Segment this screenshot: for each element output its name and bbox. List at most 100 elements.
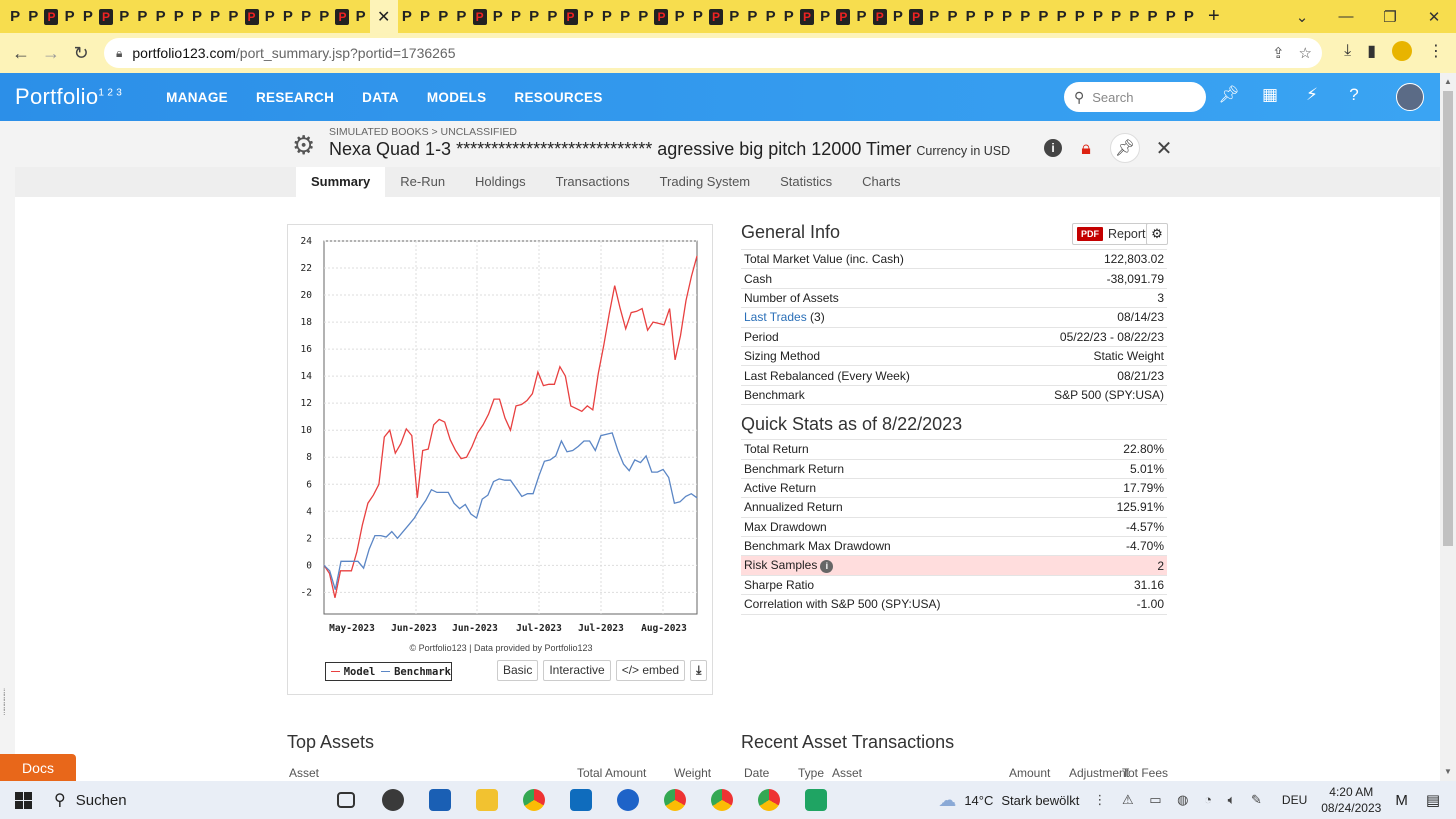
- clock[interactable]: 4:20 AM 08/24/2023: [1321, 784, 1381, 816]
- browser-tab[interactable]: P: [1125, 0, 1143, 33]
- browser-tab[interactable]: P: [1107, 0, 1125, 33]
- chrome-profile-2-icon[interactable]: [698, 781, 745, 819]
- browser-tab[interactable]: P: [561, 0, 579, 33]
- reload-icon[interactable]: ↻: [66, 43, 96, 64]
- browser-tab[interactable]: P: [598, 0, 616, 33]
- resize-grip-icon[interactable]: ⁞ ⁞ ⁞ ⁞ ⁞: [3, 688, 6, 717]
- browser-tab[interactable]: P: [1089, 0, 1107, 33]
- browser-tab[interactable]: P: [943, 0, 961, 33]
- help-icon[interactable]: ?: [1344, 85, 1364, 105]
- browser-tab[interactable]: P: [1162, 0, 1180, 33]
- browser-tab[interactable]: P: [489, 0, 507, 33]
- browser-tab[interactable]: P: [1143, 0, 1161, 33]
- row-label[interactable]: Last Trades: [744, 310, 807, 324]
- browser-tab[interactable]: P: [1034, 0, 1052, 33]
- trading-app-icon[interactable]: [792, 781, 839, 819]
- nav-manage[interactable]: MANAGE: [152, 90, 242, 105]
- chrome-profile-3-icon[interactable]: [745, 781, 792, 819]
- browser-tab[interactable]: P: [297, 0, 315, 33]
- pdf-report-button[interactable]: PDF Report: [1072, 223, 1151, 245]
- task-view-icon[interactable]: [322, 781, 369, 819]
- close-window-icon[interactable]: ✕: [1412, 8, 1456, 26]
- app-blue-icon[interactable]: [604, 781, 651, 819]
- app-badge-icon[interactable]: M: [1395, 792, 1408, 809]
- settings-gear-icon[interactable]: ⚙: [292, 130, 315, 161]
- legend-benchmark[interactable]: Benchmark: [394, 666, 451, 678]
- browser-tab[interactable]: P: [206, 0, 224, 33]
- browser-tab[interactable]: P: [816, 0, 834, 33]
- interactive-button[interactable]: Interactive: [543, 660, 611, 681]
- browser-tab[interactable]: P: [543, 0, 561, 33]
- browser-tab[interactable]: P: [689, 0, 707, 33]
- info-icon[interactable]: i: [1044, 139, 1062, 157]
- browser-tab[interactable]: P: [762, 0, 780, 33]
- portfolio123-logo[interactable]: Portfolio1 2 3: [15, 84, 122, 110]
- share-icon[interactable]: ⇪: [1272, 44, 1285, 62]
- col-asset[interactable]: Asset: [832, 766, 862, 780]
- scroll-thumb[interactable]: [1443, 91, 1453, 546]
- restore-icon[interactable]: ❐: [1368, 8, 1412, 26]
- browser-tab[interactable]: P: [580, 0, 598, 33]
- browser-tab[interactable]: P: [471, 0, 489, 33]
- scroll-down-icon[interactable]: ▼: [1444, 767, 1452, 776]
- tab-charts[interactable]: Charts: [847, 167, 915, 197]
- url-field[interactable]: 🔒︎ portfolio123.com/port_summary.jsp?por…: [104, 38, 1322, 68]
- page-scrollbar[interactable]: ▲ ▼: [1440, 73, 1456, 781]
- profile-avatar[interactable]: [1392, 41, 1412, 61]
- col-tot-fees[interactable]: Tot Fees: [1122, 766, 1168, 780]
- chrome-icon[interactable]: [510, 781, 557, 819]
- report-settings-gear-icon[interactable]: ⚙: [1146, 223, 1168, 245]
- browser-tab[interactable]: P: [1071, 0, 1089, 33]
- browser-tab[interactable]: P: [6, 0, 24, 33]
- browser-tab[interactable]: P: [507, 0, 525, 33]
- download-icon[interactable]: ⤓: [690, 660, 708, 681]
- browser-tab[interactable]: P: [798, 0, 816, 33]
- windows-start-icon[interactable]: [0, 791, 46, 809]
- close-icon[interactable]: ✕: [1152, 136, 1176, 160]
- outlook-icon[interactable]: [557, 781, 604, 819]
- browser-tab[interactable]: P: [188, 0, 206, 33]
- browser-tab[interactable]: P: [1016, 0, 1034, 33]
- browser-tab[interactable]: P: [242, 0, 260, 33]
- browser-tab[interactable]: P: [871, 0, 889, 33]
- browser-tab[interactable]: P: [79, 0, 97, 33]
- download-icon[interactable]: ⤓: [1344, 42, 1351, 60]
- browser-tab[interactable]: P: [97, 0, 115, 33]
- browser-tab[interactable]: P: [671, 0, 689, 33]
- breadcrumb[interactable]: SIMULATED BOOKS > UNCLASSIFIED: [329, 126, 517, 138]
- browser-tab[interactable]: P: [398, 0, 416, 33]
- apps-grid-icon[interactable]: ▦: [1260, 85, 1280, 105]
- input-language[interactable]: DEU: [1282, 793, 1307, 807]
- browser-tab[interactable]: P: [925, 0, 943, 33]
- tab-summary[interactable]: Summary: [296, 167, 386, 197]
- col-date[interactable]: Date: [744, 766, 769, 780]
- back-icon[interactable]: ←: [6, 43, 36, 64]
- performance-chart[interactable]: 242220181614121086420-2May-2023 Jun-2023 J…: [288, 225, 714, 645]
- browser-tab[interactable]: P: [434, 0, 452, 33]
- browser-tab[interactable]: P: [834, 0, 852, 33]
- browser-tab[interactable]: P: [852, 0, 870, 33]
- search-input[interactable]: ⚲ Search: [1064, 82, 1206, 112]
- browser-tab[interactable]: P: [279, 0, 297, 33]
- side-panel-icon[interactable]: ▮: [1367, 41, 1376, 61]
- browser-tab[interactable]: P: [962, 0, 980, 33]
- browser-tab[interactable]: P: [452, 0, 470, 33]
- taskbar-search[interactable]: ⚲ Suchen: [46, 781, 240, 819]
- browser-tab[interactable]: P: [1180, 0, 1198, 33]
- info-icon[interactable]: i: [820, 560, 834, 574]
- browser-tab[interactable]: P: [634, 0, 652, 33]
- browser-tab[interactable]: P: [743, 0, 761, 33]
- nav-data[interactable]: DATA: [348, 90, 413, 105]
- row-value[interactable]: 08/14/23: [995, 307, 1167, 328]
- nav-models[interactable]: MODELS: [413, 90, 501, 105]
- file-explorer-icon[interactable]: [463, 781, 510, 819]
- whatsapp-icon[interactable]: [369, 781, 416, 819]
- browser-tab[interactable]: P: [224, 0, 242, 33]
- scroll-up-icon[interactable]: ▲: [1444, 77, 1452, 86]
- pin-icon[interactable]: 📌︎: [1110, 133, 1140, 163]
- basic-button[interactable]: Basic: [497, 660, 539, 681]
- browser-tab[interactable]: P: [315, 0, 333, 33]
- tab-holdings[interactable]: Holdings: [460, 167, 541, 197]
- lock-icon[interactable]: 🔒︎: [1074, 136, 1098, 160]
- browser-tab[interactable]: P: [616, 0, 634, 33]
